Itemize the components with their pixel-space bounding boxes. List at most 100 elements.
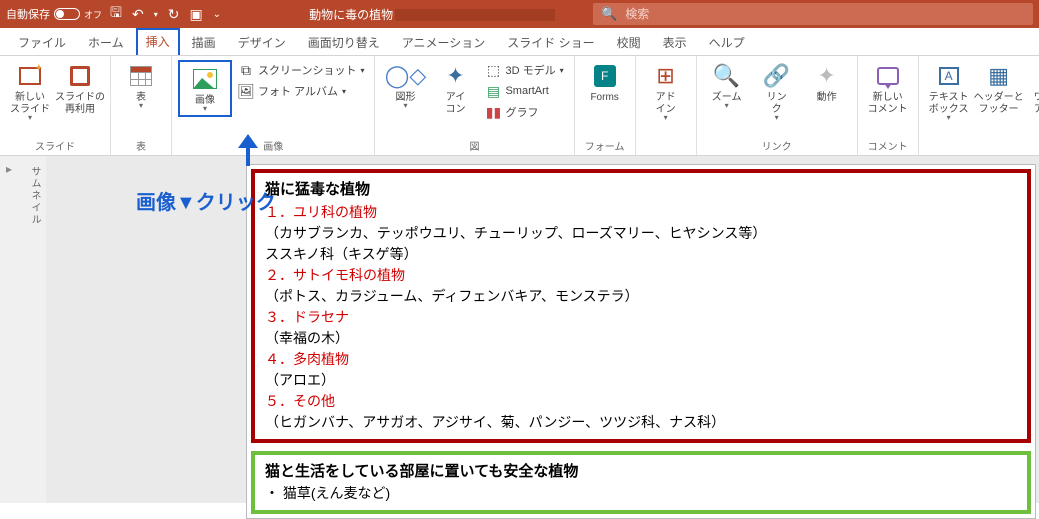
chart-icon: ▮▮ — [485, 104, 501, 120]
group-comments: 新しい コメント コメント — [858, 56, 919, 155]
textbox-safe-plants[interactable]: 猫と生活をしている部屋に置いても安全な植物 ・ 猫草(えん麦など) — [251, 451, 1031, 515]
chevron-down-icon: ▾ — [775, 116, 779, 121]
pane-collapse-button[interactable]: ▸ — [0, 156, 18, 503]
search-input[interactable] — [625, 7, 1025, 21]
bullet-item: ・ 猫草(えん麦など) — [265, 483, 1017, 504]
link-icon: 🔗 — [763, 62, 791, 90]
zoom-button[interactable]: 🔍 ズーム ▾ — [703, 60, 751, 111]
list-detail: ススキノ科（キスゲ等） — [265, 244, 1017, 265]
wordart-button[interactable]: A ワード アート ▾ — [1025, 60, 1039, 123]
chevron-down-icon: ▾ — [342, 87, 346, 96]
table-button[interactable]: 表 ▾ — [117, 60, 165, 111]
group-label: フォーム — [581, 136, 629, 153]
chevron-down-icon: ▾ — [28, 116, 32, 121]
action-button[interactable]: ✦ 動作 — [803, 60, 851, 106]
list-item: ４．多肉植物 — [265, 349, 1017, 370]
tab-home[interactable]: ホーム — [78, 29, 134, 55]
group-label: リンク — [703, 136, 851, 153]
autosave-toggle[interactable]: 自動保存 オフ — [6, 6, 102, 22]
tab-insert[interactable]: 挿入 — [136, 28, 180, 55]
textbox-toxic-plants[interactable]: 猫に猛毒な植物 １．ユリ科の植物 （カサブランカ、テッポウユリ、チューリップ、ロ… — [251, 169, 1031, 443]
album-icon: 🖼 — [238, 83, 254, 99]
heading: 猫と生活をしている部屋に置いても安全な植物 — [265, 461, 1017, 484]
shapes-button[interactable]: ◯◇ 図形 ▾ — [381, 60, 429, 111]
group-slides: 新しい スライド ▾ スライドの 再利用 スライド — [0, 56, 111, 155]
cube-icon: ⬚ — [485, 62, 501, 78]
tab-help[interactable]: ヘルプ — [699, 29, 755, 55]
pictures-button[interactable]: 画像 ▾ — [181, 63, 229, 114]
group-illustrations: ◯◇ 図形 ▾ ✦ アイ コン ⬚3D モデル ▾ ▤SmartArt ▮▮グラ… — [375, 56, 574, 155]
list-item: １．ユリ科の植物 — [265, 202, 1017, 223]
group-label: コメント — [864, 136, 912, 153]
slide-canvas-area[interactable]: 画像▼クリック 猫に猛毒な植物 １．ユリ科の植物 （カサブランカ、テッポウユリ、… — [46, 156, 1039, 503]
group-label: スライド — [6, 136, 104, 153]
tab-view[interactable]: 表示 — [653, 29, 697, 55]
slide[interactable]: 猫に猛毒な植物 １．ユリ科の植物 （カサブランカ、テッポウユリ、チューリップ、ロ… — [246, 164, 1036, 519]
comment-icon — [877, 67, 899, 85]
action-icon: ✦ — [813, 62, 841, 90]
annotation-arrow-line — [246, 138, 250, 166]
qat-more-icon[interactable]: ⌄ — [213, 9, 221, 20]
smartart-icon: ▤ — [485, 83, 501, 99]
group-forms: F Forms フォーム — [575, 56, 636, 155]
wordart-icon: A — [1032, 62, 1039, 90]
icons-icon: ✦ — [441, 62, 469, 90]
header-footer-button[interactable]: ▦ ヘッダーと フッター — [975, 60, 1023, 118]
list-detail: （アロエ） — [265, 370, 1017, 391]
ribbon: 新しい スライド ▾ スライドの 再利用 スライド 表 ▾ 表 画像 — [0, 56, 1039, 156]
group-label: 画像 — [178, 136, 368, 153]
shapes-icon: ◯◇ — [391, 62, 419, 90]
from-beginning-icon[interactable]: ▣ — [189, 6, 202, 23]
reuse-slides-button[interactable]: スライドの 再利用 — [56, 60, 104, 118]
tab-transitions[interactable]: 画面切り替え — [298, 29, 390, 55]
tab-review[interactable]: 校閲 — [607, 29, 651, 55]
search-box[interactable]: 🔍 — [593, 3, 1033, 25]
list-detail: （幸福の木） — [265, 328, 1017, 349]
list-item: ２．サトイモ科の植物 — [265, 265, 1017, 286]
chevron-down-icon: ▾ — [403, 104, 407, 109]
link-button[interactable]: 🔗 リン ク ▾ — [753, 60, 801, 123]
3d-models-button[interactable]: ⬚3D モデル ▾ — [481, 60, 567, 80]
new-slide-button[interactable]: 新しい スライド ▾ — [6, 60, 54, 123]
quick-access-toolbar: 🖫 ↶ ▾ ↻ ▣ ⌄ — [110, 2, 221, 26]
screenshot-button[interactable]: ⧉スクリーンショット ▾ — [234, 60, 368, 80]
smartart-button[interactable]: ▤SmartArt — [481, 81, 567, 101]
chevron-down-icon: ▾ — [725, 104, 729, 109]
textbox-icon: A — [939, 67, 959, 85]
ribbon-tabs: ファイル ホーム 挿入 描画 デザイン 画面切り替え アニメーション スライド … — [0, 28, 1039, 56]
photo-album-button[interactable]: 🖼フォト アルバム ▾ — [234, 81, 368, 101]
tab-animations[interactable]: アニメーション — [392, 29, 496, 55]
group-label: 図 — [381, 136, 567, 153]
redo-icon[interactable]: ↻ — [168, 6, 180, 23]
autosave-label: 自動保存 — [6, 6, 50, 22]
list-detail: （ポトス、カラジューム、ディフェンバキア、モンステラ） — [265, 286, 1017, 307]
title-bar: 自動保存 オフ 🖫 ↶ ▾ ↻ ▣ ⌄ 動物に毒の植物 🔍 — [0, 0, 1039, 28]
tab-file[interactable]: ファイル — [8, 29, 76, 55]
toggle-off-icon — [54, 8, 80, 20]
undo-icon[interactable]: ↶ — [132, 6, 144, 23]
chevron-down-icon: ▾ — [360, 66, 364, 75]
save-icon[interactable]: 🖫 — [110, 2, 122, 26]
document-title: 動物に毒の植物 — [309, 6, 555, 23]
workspace: ▸ サムネイル 画像▼クリック 猫に猛毒な植物 １．ユリ科の植物 （カサブランカ… — [0, 156, 1039, 503]
addin-icon: ⊞ — [652, 62, 680, 90]
textbox-button[interactable]: A テキスト ボックス ▾ — [925, 60, 973, 123]
new-slide-icon — [19, 67, 41, 85]
icons-button[interactable]: ✦ アイ コン — [431, 60, 479, 118]
tab-slideshow[interactable]: スライド ショー — [497, 29, 604, 55]
chevron-down-icon: ▾ — [203, 107, 207, 112]
chart-button[interactable]: ▮▮グラフ — [481, 102, 567, 122]
zoom-icon: 🔍 — [713, 62, 741, 90]
tab-design[interactable]: デザイン — [228, 29, 296, 55]
tab-draw[interactable]: 描画 — [182, 29, 226, 55]
forms-button[interactable]: F Forms — [581, 60, 629, 106]
list-detail: （カサブランカ、テッポウユリ、チューリップ、ローズマリー、ヒヤシンス等） — [265, 223, 1017, 244]
new-comment-button[interactable]: 新しい コメント — [864, 60, 912, 118]
group-label — [642, 140, 690, 153]
addins-button[interactable]: ⊞ アド イン ▾ — [642, 60, 690, 123]
list-detail: （ヒガンバナ、アサガオ、アジサイ、菊、パンジー、ツツジ科、ナス科） — [265, 412, 1017, 433]
undo-caret-icon[interactable]: ▾ — [154, 10, 158, 19]
thumbnail-pane-label: サムネイル — [18, 156, 46, 503]
heading: 猫に猛毒な植物 — [265, 179, 1017, 202]
chevron-down-icon: ▾ — [664, 116, 668, 121]
